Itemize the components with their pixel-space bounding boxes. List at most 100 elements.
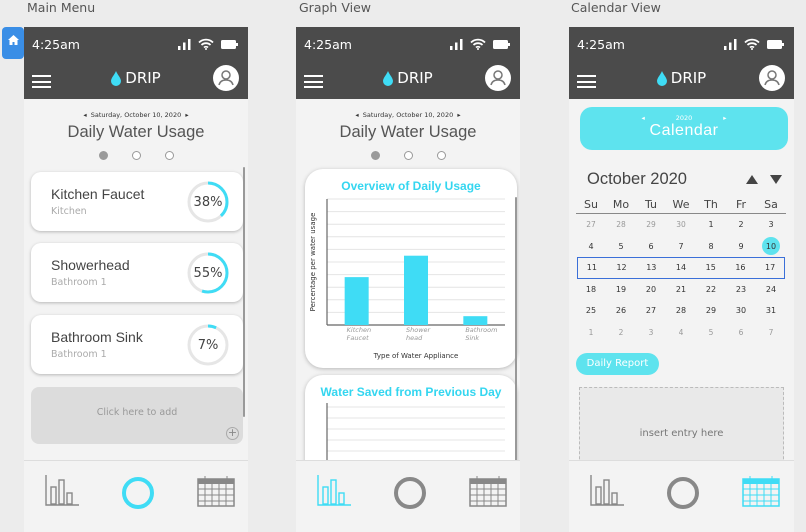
calendar-day[interactable]: 1 bbox=[576, 328, 606, 337]
calendar-day[interactable]: 27 bbox=[636, 306, 666, 315]
tab-overview[interactable] bbox=[665, 475, 701, 515]
daily-report-button[interactable]: Daily Report bbox=[576, 353, 659, 375]
status-time: 4:25am bbox=[304, 36, 352, 52]
calendar-day[interactable]: 3 bbox=[636, 328, 666, 337]
calendar-day[interactable]: 29 bbox=[636, 220, 666, 229]
calendar-day[interactable]: 18 bbox=[576, 285, 606, 294]
date-selector[interactable]: ◂ Saturday, October 10, 2020 ▸ bbox=[24, 111, 248, 119]
calendar-day[interactable]: 23 bbox=[726, 285, 756, 294]
signal-icon bbox=[178, 38, 191, 50]
calendar-day[interactable]: 31 bbox=[756, 306, 786, 315]
calendar-day[interactable]: 12 bbox=[607, 263, 637, 272]
battery-icon bbox=[221, 39, 238, 49]
calendar-day[interactable]: 1 bbox=[696, 220, 726, 229]
wifi-icon bbox=[198, 38, 214, 50]
week-row: 4 5 6 7 8 9 10 bbox=[576, 236, 786, 258]
page-indicator[interactable] bbox=[296, 151, 520, 160]
avatar[interactable] bbox=[759, 65, 785, 91]
calendar-button-label: Calendar bbox=[649, 122, 719, 139]
tab-graph[interactable] bbox=[316, 475, 352, 511]
appliance-card-kitchen-faucet[interactable]: Kitchen Faucet Kitchen 38% bbox=[31, 172, 243, 231]
plus-icon[interactable]: + bbox=[226, 427, 239, 440]
calendar-day[interactable]: 30 bbox=[726, 306, 756, 315]
calendar-icon bbox=[197, 476, 235, 507]
frame-label-graph: Graph View bbox=[299, 0, 371, 15]
scrollbar[interactable] bbox=[515, 197, 517, 497]
scrollbar[interactable] bbox=[243, 167, 245, 417]
calendar-day[interactable]: 4 bbox=[666, 328, 696, 337]
calendar-day[interactable]: 21 bbox=[666, 285, 696, 294]
calendar-day[interactable]: 16 bbox=[726, 263, 756, 272]
page-title: Daily Water Usage bbox=[67, 123, 205, 141]
calendar-day[interactable]: 13 bbox=[636, 263, 666, 272]
page-dot-3[interactable] bbox=[436, 151, 446, 160]
bar-chart-icon bbox=[317, 475, 351, 506]
calendar-day[interactable]: 15 bbox=[696, 263, 726, 272]
tab-overview[interactable] bbox=[120, 475, 156, 515]
calendar-day[interactable]: 24 bbox=[756, 285, 786, 294]
arrow-down-icon[interactable] bbox=[770, 175, 782, 184]
calendar-day[interactable]: 22 bbox=[696, 285, 726, 294]
wifi-icon bbox=[744, 38, 760, 50]
tab-calendar[interactable] bbox=[469, 475, 507, 511]
tab-graph[interactable] bbox=[44, 475, 80, 511]
calendar-day[interactable]: 5 bbox=[696, 328, 726, 337]
add-appliance-box[interactable]: Click here to add + bbox=[31, 387, 243, 444]
calendar-day[interactable]: 29 bbox=[696, 306, 726, 315]
page-dot-1[interactable] bbox=[370, 151, 380, 160]
tab-calendar[interactable] bbox=[197, 475, 235, 511]
calendar-day[interactable]: 6 bbox=[636, 242, 666, 251]
appliance-room: Kitchen bbox=[51, 206, 87, 217]
bar-1 bbox=[344, 277, 369, 325]
calendar-day[interactable]: 9 bbox=[726, 242, 756, 251]
calendar-day[interactable]: 14 bbox=[666, 263, 696, 272]
drop-icon bbox=[656, 70, 667, 86]
calendar-day[interactable]: 17 bbox=[755, 263, 785, 272]
page-dot-2[interactable] bbox=[403, 151, 413, 160]
usage-bar-chart: Kitchen Faucet Shower head Bathroom Sink Type … bbox=[309, 198, 505, 360]
usage-percent: 55% bbox=[193, 265, 223, 281]
avatar[interactable] bbox=[213, 65, 239, 91]
calendar-day[interactable]: 26 bbox=[606, 306, 636, 315]
page-indicator[interactable] bbox=[24, 151, 248, 160]
calendar-day[interactable]: 25 bbox=[576, 306, 606, 315]
calendar-day[interactable]: 2 bbox=[606, 328, 636, 337]
calendar-year-button[interactable]: ◂ 2020 ▸ Calendar bbox=[580, 107, 788, 150]
page-dot-2[interactable] bbox=[131, 151, 141, 160]
tab-bar bbox=[296, 460, 520, 532]
calendar-day[interactable]: 6 bbox=[726, 328, 756, 337]
tab-calendar[interactable] bbox=[742, 475, 780, 511]
calendar-day[interactable]: 4 bbox=[576, 242, 606, 251]
calendar-day[interactable]: 7 bbox=[666, 242, 696, 251]
status-bar: 4:25am bbox=[569, 27, 794, 61]
page-dot-3[interactable] bbox=[164, 151, 174, 160]
calendar-year: 2020 bbox=[675, 114, 693, 122]
calendar-day[interactable]: 28 bbox=[606, 220, 636, 229]
calendar-day[interactable]: 5 bbox=[606, 242, 636, 251]
calendar-day[interactable]: 3 bbox=[756, 220, 786, 229]
bar-chart-icon bbox=[45, 475, 79, 506]
calendar-day[interactable]: 27 bbox=[576, 220, 606, 229]
calendar-day[interactable]: 8 bbox=[696, 242, 726, 251]
date-selector[interactable]: ◂ Saturday, October 10, 2020 ▸ bbox=[296, 111, 520, 119]
calendar-day[interactable]: 30 bbox=[666, 220, 696, 229]
x-axis-label: Type of Water Appliance bbox=[373, 352, 459, 360]
tab-bar bbox=[24, 460, 248, 532]
usage-ring: 7% bbox=[185, 322, 231, 368]
appliance-card-bathroom-sink[interactable]: Bathroom Sink Bathroom 1 7% bbox=[31, 315, 243, 374]
calendar-day[interactable]: 28 bbox=[666, 306, 696, 315]
arrow-up-icon[interactable] bbox=[746, 175, 758, 184]
drop-icon bbox=[111, 70, 122, 86]
home-tab[interactable] bbox=[2, 27, 24, 59]
calendar-day[interactable]: 10 bbox=[756, 237, 786, 256]
calendar-day[interactable]: 2 bbox=[726, 220, 756, 229]
tab-graph[interactable] bbox=[589, 475, 625, 511]
avatar[interactable] bbox=[485, 65, 511, 91]
calendar-day[interactable]: 7 bbox=[756, 328, 786, 337]
appliance-card-showerhead[interactable]: Showerhead Bathroom 1 55% bbox=[31, 243, 243, 302]
calendar-day[interactable]: 20 bbox=[636, 285, 666, 294]
calendar-day[interactable]: 11 bbox=[577, 263, 607, 272]
tab-overview[interactable] bbox=[392, 475, 428, 515]
calendar-day[interactable]: 19 bbox=[606, 285, 636, 294]
page-dot-1[interactable] bbox=[98, 151, 108, 160]
